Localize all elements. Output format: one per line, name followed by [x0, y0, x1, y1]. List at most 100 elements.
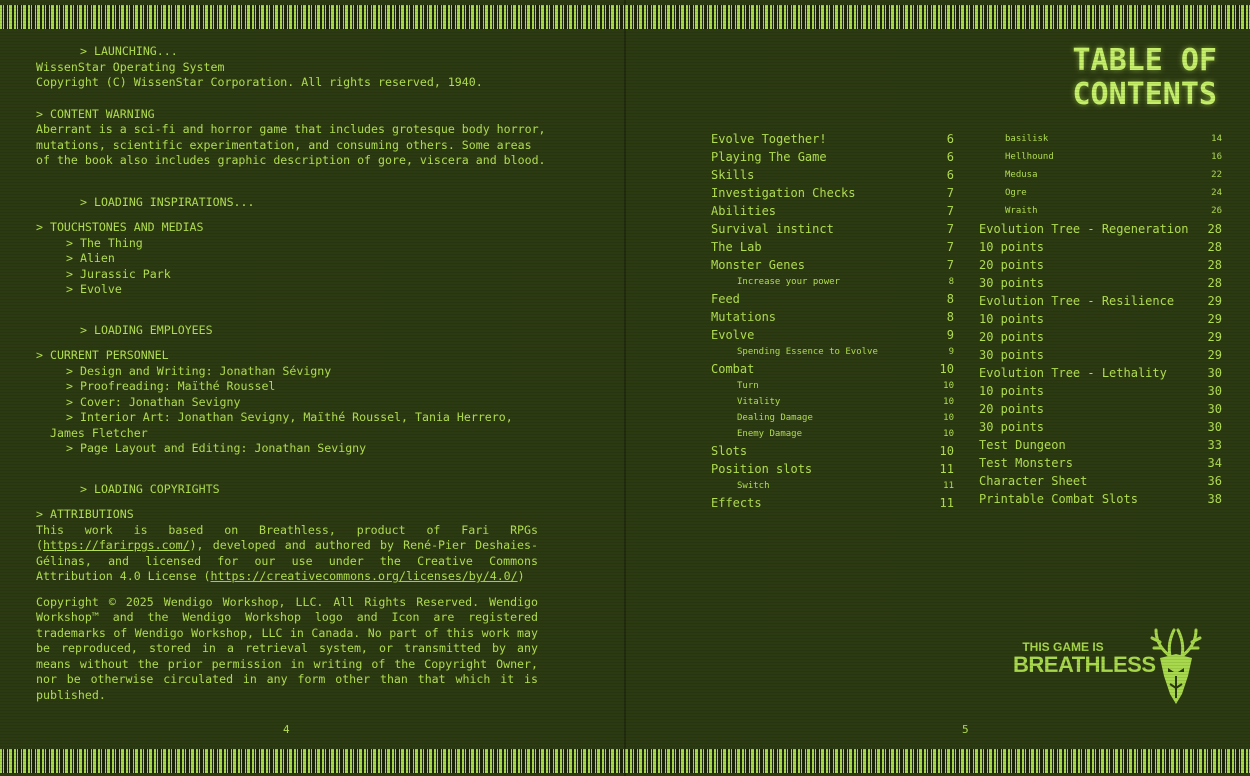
toc-entry[interactable]: Skills 6	[711, 166, 954, 184]
toc-title-line: CONTENTS	[1072, 77, 1218, 112]
toc-entry[interactable]: Feed 8	[711, 290, 954, 308]
toc-entry-title: Character Sheet	[979, 474, 1088, 488]
toc-subentry[interactable]: Wraith 26	[979, 202, 1222, 220]
toc-entry[interactable]: 20 points 29	[979, 328, 1222, 346]
toc-entry-title: Medusa	[1005, 170, 1038, 180]
farirpgs-link[interactable]: https://farirpgs.com/	[43, 538, 190, 552]
toc-entry-page: 10	[939, 444, 954, 458]
toc-subentry[interactable]: Enemy Damage 10	[711, 426, 954, 442]
toc-entry-title: Wraith	[1005, 206, 1038, 216]
toc-entry[interactable]: Evolution Tree - Regeneration 28	[979, 220, 1222, 238]
toc-entry[interactable]: Character Sheet 36	[979, 472, 1222, 490]
toc-title-line: TABLE OF	[1072, 43, 1218, 78]
toc-subentry[interactable]: Hellhound 16	[979, 148, 1222, 166]
toc-entry-page: 30	[1207, 384, 1222, 398]
toc-entry-title: Investigation Checks	[711, 186, 856, 200]
toc-subentry[interactable]: Ogre 24	[979, 184, 1222, 202]
personnel-item-continued: James Fletcher	[50, 425, 148, 440]
toc-entry-title: Switch	[737, 481, 770, 491]
toc-entry-page: 7	[946, 240, 954, 254]
toc-entry-page: 28	[1207, 276, 1222, 290]
toc-entry-title: Effects	[711, 496, 762, 510]
toc-subentry[interactable]: Increase your power 8	[711, 274, 954, 290]
toc-entry-page: 8	[948, 277, 954, 287]
toc-entry[interactable]: Test Dungeon 33	[979, 436, 1222, 454]
toc-entry[interactable]: Investigation Checks 7	[711, 184, 954, 202]
toc-entry-title: Evolve	[711, 328, 755, 342]
toc-subentry[interactable]: Switch 11	[711, 478, 954, 494]
page-number-left: 4	[283, 723, 290, 736]
toc-entry-page: 14	[1211, 134, 1222, 144]
toc-entry-title: Abilities	[711, 204, 777, 218]
toc-entry-page: 29	[1207, 348, 1222, 362]
toc-entry-page: 10	[943, 397, 954, 407]
personnel-item: > Interior Art: Jonathan Sevigny, Maïthé…	[66, 410, 513, 424]
toc-entry[interactable]: Effects 11	[711, 494, 954, 512]
toc-subentry[interactable]: basilisk 14	[979, 130, 1222, 148]
toc-entry[interactable]: Evolve Together! 6	[711, 130, 954, 148]
toc-subentry[interactable]: Spending Essence to Evolve 9	[711, 344, 954, 360]
toc-entry-page: 30	[1207, 402, 1222, 416]
toc-entry[interactable]: 10 points 30	[979, 382, 1222, 400]
toc-entry-page: 10	[943, 413, 954, 423]
toc-entry[interactable]: 30 points 29	[979, 346, 1222, 364]
toc-entry-title: Printable Combat Slots	[979, 492, 1138, 506]
toc-entry[interactable]: Playing The Game 6	[711, 148, 954, 166]
toc-entry-page: 28	[1207, 258, 1222, 272]
toc-entry[interactable]: The Lab 7	[711, 238, 954, 256]
toc-entry[interactable]: Combat 10	[711, 360, 954, 378]
loading-employees-line: > LOADING EMPLOYEES	[80, 322, 213, 337]
toc-entry[interactable]: Abilities 7	[711, 202, 954, 220]
toc-entry[interactable]: Test Monsters 34	[979, 454, 1222, 472]
toc-entry-title: Evolution Tree - Resilience	[979, 294, 1175, 308]
toc-entry-page: 9	[946, 328, 954, 342]
toc-entry-title: Survival instinct	[711, 222, 834, 236]
toc-entry-title: Feed	[711, 292, 740, 306]
content-warning-heading: > CONTENT WARNING	[36, 106, 155, 121]
toc-entry-title: Enemy Damage	[737, 429, 803, 439]
toc-entry-title: Combat	[711, 362, 755, 376]
toc-entry[interactable]: Slots 10	[711, 442, 954, 460]
toc-entry-page: 28	[1207, 240, 1222, 254]
attributions-paragraph: This work is based on Breathless, produc…	[36, 523, 538, 585]
personnel-heading: > CURRENT PERSONNEL	[36, 348, 169, 362]
toc-entry-title: Hellhound	[1005, 152, 1054, 162]
toc-entry[interactable]: Evolve 9	[711, 326, 954, 344]
toc-entry-page: 29	[1207, 312, 1222, 326]
toc-subentry[interactable]: Turn 10	[711, 378, 954, 394]
toc-entry[interactable]: Printable Combat Slots 38	[979, 490, 1222, 508]
toc-entry-page: 33	[1207, 438, 1222, 452]
personnel-item: > Design and Writing: Jonathan Sévigny	[66, 363, 332, 378]
touchstone-item: > Evolve	[66, 282, 122, 296]
toc-entry[interactable]: 10 points 28	[979, 238, 1222, 256]
toc-entry[interactable]: Evolution Tree - Lethality 30	[979, 364, 1222, 382]
personnel-item: > Cover: Jonathan Sevigny	[66, 394, 241, 409]
toc-entry-title: Turn	[737, 381, 759, 391]
toc-entry-title: 30 points	[979, 420, 1045, 434]
toc-entry-title: basilisk	[1005, 134, 1049, 144]
toc-entry[interactable]: Position slots 11	[711, 460, 954, 478]
touchstone-item: > The Thing	[66, 235, 143, 250]
toc-entry-title: Evolve Together!	[711, 132, 827, 146]
toc-subentry[interactable]: Dealing Damage 10	[711, 410, 954, 426]
toc-entry[interactable]: Evolution Tree - Resilience 29	[979, 292, 1222, 310]
copyright-paragraph: Copyright © 2025 Wendigo Workshop, LLC. …	[36, 594, 538, 702]
toc-entry-title: Ogre	[1005, 188, 1027, 198]
toc-entry-page: 30	[1207, 366, 1222, 380]
toc-entry[interactable]: 30 points 28	[979, 274, 1222, 292]
toc-entry[interactable]: 30 points 30	[979, 418, 1222, 436]
toc-entry[interactable]: 20 points 28	[979, 256, 1222, 274]
creative-commons-link[interactable]: https://creativecommons.org/licenses/by/…	[211, 569, 518, 583]
toc-entry[interactable]: 10 points 29	[979, 310, 1222, 328]
toc-entry[interactable]: Survival instinct 7	[711, 220, 954, 238]
toc-entry[interactable]: Mutations 8	[711, 308, 954, 326]
toc-entry-page: 7	[946, 222, 954, 236]
toc-subentry[interactable]: Medusa 22	[979, 166, 1222, 184]
attribution-text: )	[517, 569, 525, 583]
toc-entry-title: 30 points	[979, 348, 1045, 362]
toc-entry[interactable]: Monster Genes 7	[711, 256, 954, 274]
toc-entry-title: 10 points	[979, 312, 1045, 326]
content-warning-line: mutations, scientific experimentation, a…	[36, 137, 532, 152]
toc-entry[interactable]: 20 points 30	[979, 400, 1222, 418]
toc-subentry[interactable]: Vitality 10	[711, 394, 954, 410]
